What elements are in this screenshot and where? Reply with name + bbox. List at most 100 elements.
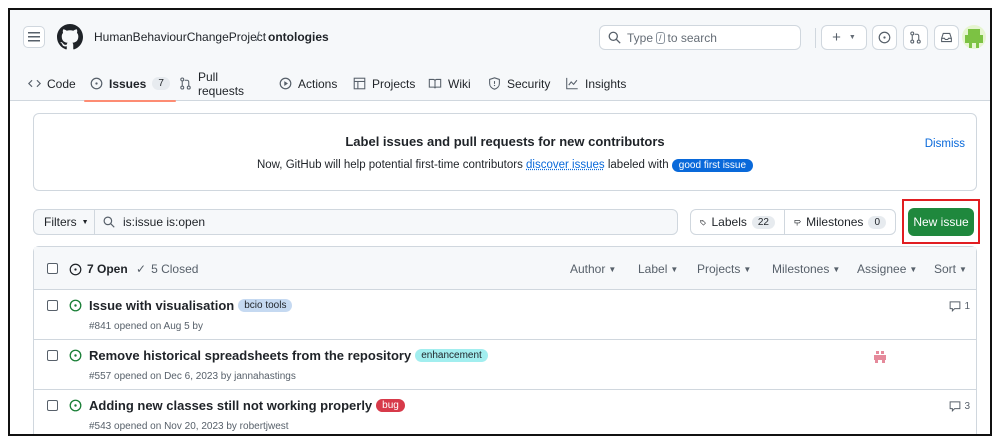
closed-issues-filter[interactable]: ✓ 5 Closed (136, 262, 198, 276)
tab-actions-label: Actions (298, 76, 338, 91)
assignee-filter[interactable]: Assignee ▼ (857, 262, 917, 276)
menu-button[interactable] (23, 26, 45, 48)
graph-icon (565, 77, 579, 90)
play-icon (279, 77, 292, 90)
tab-actions[interactable]: Actions (279, 66, 337, 101)
projects-filter-label: Projects (697, 262, 741, 276)
avatar[interactable] (962, 25, 986, 49)
github-logo-icon[interactable] (57, 24, 83, 50)
tab-wiki-label: Wiki (448, 76, 471, 91)
chevron-down-icon: ▼ (608, 264, 617, 274)
issue-opened-icon (878, 31, 891, 44)
tab-issues-label: Issues (109, 76, 147, 91)
issue-label[interactable]: enhancement (415, 349, 488, 362)
good-first-issue-label[interactable]: good first issue (671, 159, 754, 172)
breadcrumb-owner[interactable]: HumanBehaviourChangeProject (94, 30, 266, 44)
comment-count[interactable]: 1 (949, 300, 970, 312)
issues-count-badge: 7 (152, 77, 170, 90)
issue-meta: #841 opened on Aug 5 by (89, 321, 203, 332)
closed-count-label: 5 Closed (151, 262, 199, 276)
open-issues-filter[interactable]: 7 Open (69, 262, 128, 276)
issue-title[interactable]: Issue with visualisation (89, 298, 234, 313)
label-filter[interactable]: Label ▼ (638, 262, 678, 276)
breadcrumb-repo[interactable]: ontologies (268, 30, 329, 44)
shield-icon (488, 77, 501, 90)
search-icon (608, 31, 621, 44)
tab-code[interactable]: Code (28, 66, 76, 101)
tag-icon (700, 219, 706, 226)
row-checkbox[interactable] (47, 400, 58, 411)
issues-list: 7 Open ✓ 5 Closed Author ▼ Label ▼ Project… (33, 246, 977, 434)
row-checkbox[interactable] (47, 350, 58, 361)
banner-text: Now, GitHub will help potential first-ti… (34, 159, 976, 172)
chevron-down-icon: ▼ (848, 34, 856, 41)
contributors-banner: Label issues and pull requests for new c… (33, 113, 977, 191)
table-row[interactable]: Adding new classes still not working pro… (34, 390, 976, 434)
issue-title[interactable]: Adding new classes still not working pro… (89, 398, 372, 413)
chevron-down-icon: ▼ (832, 264, 841, 274)
milestones-button[interactable]: Milestones 0 (784, 209, 896, 235)
issues-shortcut-button[interactable] (872, 25, 897, 50)
repo-header: HumanBehaviourChangeProject / ontologies… (10, 10, 990, 102)
comment-icon (950, 301, 961, 312)
pull-requests-shortcut-button[interactable] (903, 25, 928, 50)
labels-button[interactable]: Labels 22 (690, 209, 785, 235)
search-placeholder-prefix: Type (627, 30, 654, 45)
breadcrumb-separator: / (256, 29, 260, 44)
tab-insights[interactable]: Insights (565, 66, 626, 101)
issue-search-input[interactable]: is:issue is:open (94, 209, 678, 235)
comment-count[interactable]: 3 (949, 400, 970, 412)
tab-pull-requests-label: Pull requests (198, 69, 245, 98)
select-all-checkbox[interactable] (47, 263, 58, 274)
milestones-count: 0 (868, 215, 886, 229)
tab-security[interactable]: Security (488, 66, 550, 101)
banner-text-before: Now, GitHub will help potential first-ti… (256, 159, 523, 171)
issue-label[interactable]: bcio tools (238, 299, 293, 312)
milestone-icon (794, 219, 801, 226)
issue-opened-icon (69, 349, 82, 362)
table-row[interactable]: Issue with visualisation bcio tools #841… (34, 290, 976, 340)
tab-issues[interactable]: Issues 7 (84, 66, 176, 102)
tab-code-label: Code (47, 76, 76, 91)
code-icon (28, 77, 41, 90)
issue-opened-icon (69, 299, 82, 312)
table-row[interactable]: Remove historical spreadsheets from the … (34, 340, 976, 390)
author-filter[interactable]: Author ▼ (570, 262, 616, 276)
sort-dropdown[interactable]: Sort ▼ (934, 262, 967, 276)
issue-opened-icon (69, 399, 82, 412)
check-icon: ✓ (136, 262, 147, 276)
issue-opened-icon (90, 77, 103, 90)
banner-text-after: labeled with (607, 159, 669, 171)
tab-pull-requests[interactable]: Pull requests (179, 66, 244, 101)
sort-label: Sort (934, 262, 957, 276)
table-icon (353, 77, 366, 90)
create-new-button[interactable]: + ▼ (821, 25, 867, 50)
banner-title: Label issues and pull requests for new c… (345, 134, 665, 149)
search-input[interactable]: Type / to search (599, 25, 801, 50)
milestones-filter[interactable]: Milestones ▼ (772, 262, 840, 276)
chevron-down-icon: ▼ (670, 264, 679, 274)
chevron-down-icon: ▼ (81, 218, 89, 226)
issue-label[interactable]: bug (376, 399, 405, 412)
issue-title-wrapper: Adding new classes still not working pro… (89, 398, 405, 413)
projects-filter[interactable]: Projects ▼ (697, 262, 751, 276)
assignee-filter-label: Assignee (857, 262, 907, 276)
author-filter-label: Author (570, 262, 606, 276)
tab-projects[interactable]: Projects (353, 66, 415, 101)
dismiss-button[interactable]: Dismiss (925, 138, 965, 150)
row-checkbox[interactable] (47, 300, 58, 311)
milestones-label: Milestones (806, 215, 864, 229)
assignee-avatar-icon[interactable] (873, 350, 887, 364)
milestones-filter-label: Milestones (772, 262, 830, 276)
issue-title-wrapper: Remove historical spreadsheets from the … (89, 348, 488, 363)
discover-issues-link[interactable]: discover issues (526, 159, 605, 171)
highlight-box (902, 199, 980, 244)
tab-projects-label: Projects (372, 76, 416, 91)
user-avatar-icon (965, 29, 983, 48)
issue-meta: #543 opened on Nov 20, 2023 by robertjwe… (89, 421, 289, 432)
hamburger-icon (28, 32, 40, 42)
tab-wiki[interactable]: Wiki (428, 66, 471, 101)
inbox-button[interactable] (934, 25, 959, 50)
issue-title[interactable]: Remove historical spreadsheets from the … (89, 348, 411, 363)
inbox-icon (941, 32, 952, 43)
